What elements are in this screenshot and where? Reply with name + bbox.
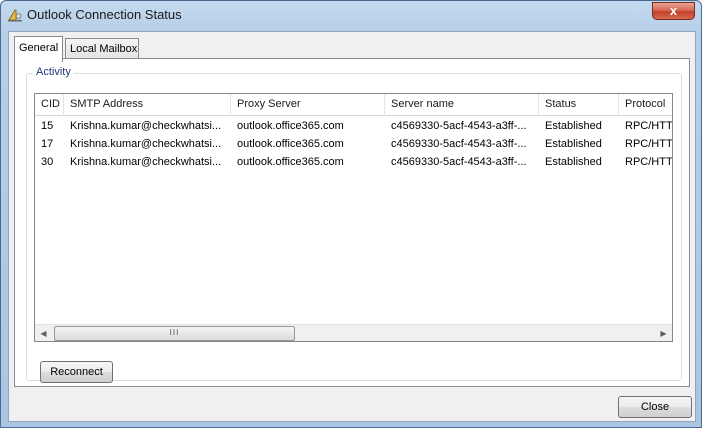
window-close-button[interactable]: x [652,2,695,20]
cell-protocol: RPC/HTTP [625,156,673,168]
cell-smtp-address: Krishna.kumar@checkwhatsi... [70,120,222,132]
column-header-protocol[interactable]: Protocol [619,94,672,116]
table-row[interactable]: 30 Krishna.kumar@checkwhatsi... outlook.… [35,153,673,171]
column-header-smtp-address[interactable]: SMTP Address [64,94,231,116]
cell-smtp-address: Krishna.kumar@checkwhatsi... [70,138,222,150]
column-header-proxy-server[interactable]: Proxy Server [231,94,385,116]
close-button[interactable]: Close [618,396,692,418]
cell-proxy-server: outlook.office365.com [237,120,344,132]
outlook-connection-status-window: Outlook Connection Status x General Loca… [0,0,702,428]
table-row[interactable]: 15 Krishna.kumar@checkwhatsi... outlook.… [35,117,673,135]
list-header: CID SMTP Address Proxy Server Server nam… [35,94,672,116]
dialog-client-area: General Local Mailbox Activity CID SMTP … [8,31,696,422]
cell-proxy-server: outlook.office365.com [237,138,344,150]
cell-cid: 30 [41,156,54,168]
column-header-status[interactable]: Status [539,94,619,116]
tab-local-mailbox[interactable]: Local Mailbox [65,38,139,60]
table-row[interactable]: 17 Krishna.kumar@checkwhatsi... outlook.… [35,135,673,153]
window-title: Outlook Connection Status [27,7,182,22]
activity-group: Activity CID SMTP Address Proxy Server S… [26,66,682,383]
cell-server-name: c4569330-5acf-4543-a3ff-... [391,138,527,150]
cell-cid: 17 [41,138,54,150]
title-bar[interactable]: Outlook Connection Status x [1,1,701,31]
cell-protocol: RPC/HTTP [625,120,673,132]
scroll-right-icon[interactable]: ▶ [655,325,672,341]
column-header-cid[interactable]: CID [35,94,64,116]
horizontal-scrollbar[interactable]: ◀ III ▶ [35,324,672,341]
cell-server-name: c4569330-5acf-4543-a3ff-... [391,156,527,168]
cell-status: Established [545,138,602,150]
cell-protocol: RPC/HTTP [625,138,673,150]
general-tab-panel: Activity CID SMTP Address Proxy Server S… [14,58,690,387]
connections-list[interactable]: CID SMTP Address Proxy Server Server nam… [34,93,673,342]
scrollbar-thumb[interactable]: III [54,326,295,341]
cell-proxy-server: outlook.office365.com [237,156,344,168]
cell-status: Established [545,156,602,168]
outlook-status-icon [8,9,22,22]
reconnect-button[interactable]: Reconnect [40,361,113,383]
tab-general[interactable]: General [14,36,63,62]
column-header-server-name[interactable]: Server name [385,94,539,116]
cell-cid: 15 [41,120,54,132]
cell-smtp-address: Krishna.kumar@checkwhatsi... [70,156,222,168]
activity-group-label: Activity [33,66,74,78]
cell-server-name: c4569330-5acf-4543-a3ff-... [391,120,527,132]
list-rows: 15 Krishna.kumar@checkwhatsi... outlook.… [35,117,673,171]
scroll-left-icon[interactable]: ◀ [35,325,52,341]
scrollbar-track[interactable]: III [52,325,655,341]
cell-status: Established [545,120,602,132]
